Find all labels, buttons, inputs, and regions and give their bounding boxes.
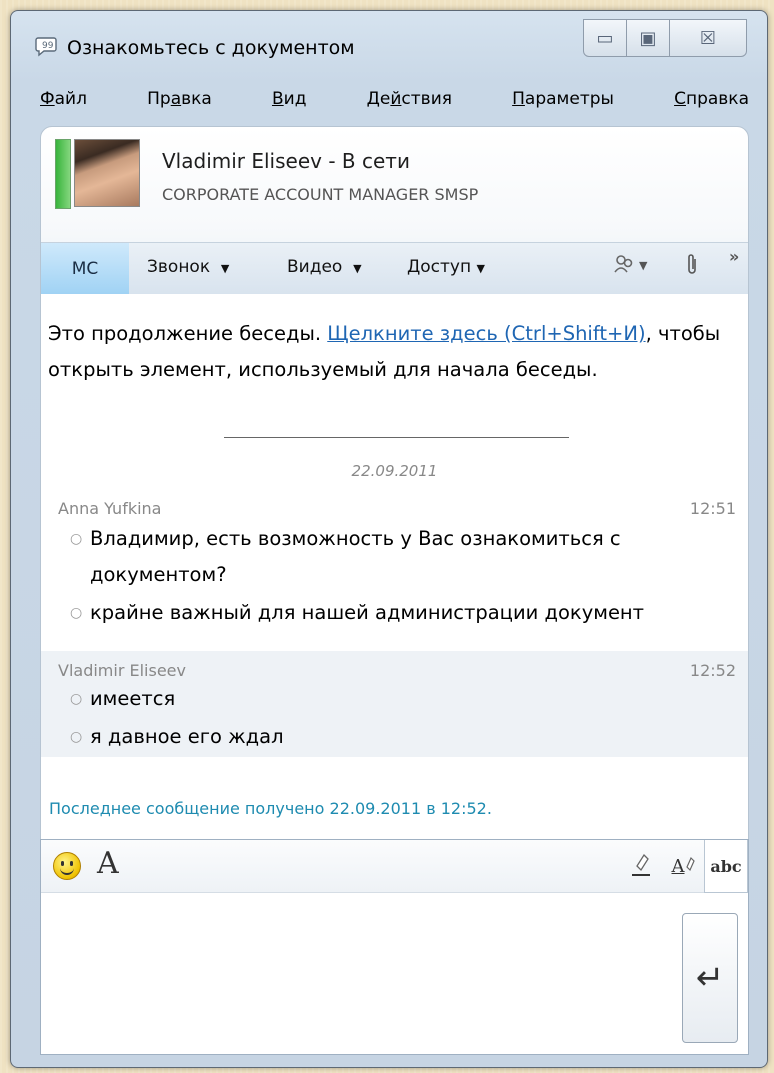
menu-view[interactable]: Вид <box>272 89 306 119</box>
format-tools: A abc <box>620 840 748 893</box>
title-bar[interactable]: 99 Ознакомьтесь с документом ▭ ▣ ☒ <box>11 11 767 79</box>
continuation-notice: Это продолжение беседы. Щелкните здесь (… <box>48 322 721 381</box>
menu-bar: Файл Правка Вид Действия Параметры Справ… <box>40 89 749 119</box>
message-line: ○ имеется <box>70 681 730 718</box>
message-group: Vladimir Eliseev 12:52 ○ имеется ○ я давно… <box>41 651 748 757</box>
close-button[interactable]: ☒ <box>669 19 747 57</box>
restore-icon: ▣ <box>639 27 657 49</box>
chat-window-icon: 99 <box>35 37 57 57</box>
contact-panel: Vladimir Eliseev - В сети CORPORATE ACCO… <box>40 126 749 296</box>
highlight-icon[interactable] <box>620 840 662 892</box>
menu-options[interactable]: Параметры <box>512 89 614 119</box>
message-time: 12:51 <box>689 499 736 518</box>
conversation-history: Это продолжение беседы. Щелкните здесь (… <box>40 294 749 840</box>
video-button[interactable]: Видео ▼ <box>287 257 362 277</box>
contact-job-title: CORPORATE ACCOUNT MANAGER SMSP <box>162 185 479 204</box>
text-color-icon[interactable]: A <box>662 840 704 892</box>
window-title: Ознакомьтесь с документом <box>67 37 355 59</box>
maximize-button[interactable]: ▣ <box>626 19 670 57</box>
bullet-icon: ○ <box>70 691 83 707</box>
chevron-down-icon: ▼ <box>220 262 230 275</box>
bullet-icon: ○ <box>70 729 83 745</box>
send-icon: ↵ <box>695 958 725 998</box>
avatar[interactable] <box>74 139 140 207</box>
message-sender: Vladimir Eliseev <box>58 661 186 680</box>
spellcheck-icon[interactable]: abc <box>704 840 748 893</box>
menu-file[interactable]: Файл <box>40 89 87 119</box>
send-button[interactable]: ↵ <box>682 913 738 1043</box>
menu-help[interactable]: Справка <box>674 89 749 119</box>
compose-area: A A abc ↵ <box>40 839 749 1055</box>
chevron-down-icon[interactable]: ▼ <box>639 259 647 272</box>
message-group: Anna Yufkina 12:51 ○ Владимир, есть возмо… <box>41 499 748 639</box>
chevron-down-icon: ▼ <box>476 262 485 275</box>
call-button[interactable]: Звонок ▼ <box>147 257 229 277</box>
font-icon[interactable]: A <box>97 846 119 881</box>
open-item-link[interactable]: Щелкните здесь (Ctrl+Shift+И) <box>327 322 645 345</box>
tab-im[interactable]: МС <box>41 243 129 295</box>
contact-name-status[interactable]: Vladimir Eliseev - В сети <box>162 149 410 173</box>
bullet-icon: ○ <box>70 531 83 547</box>
people-icon[interactable] <box>613 253 635 280</box>
message-sender: Anna Yufkina <box>58 499 162 518</box>
close-icon: ☒ <box>699 27 717 49</box>
message-line: ○ крайне важный для нашей администрации д… <box>70 595 730 632</box>
more-button[interactable]: » <box>729 247 739 266</box>
menu-edit[interactable]: Правка <box>147 89 212 119</box>
presence-indicator <box>55 139 71 209</box>
window-controls: ▭ ▣ ☒ <box>583 19 747 57</box>
message-line: ○ Владимир, есть возможность у Вас ознако… <box>70 521 730 593</box>
menu-actions[interactable]: Действия <box>367 89 452 119</box>
svg-text:99: 99 <box>42 41 54 51</box>
bullet-icon: ○ <box>70 605 83 621</box>
conversation-toolbar: МС Звонок ▼ Видео ▼ Доступ ▼ ▼ » <box>41 242 748 295</box>
people-icon-graphic <box>614 255 633 273</box>
minimize-button[interactable]: ▭ <box>583 19 627 57</box>
share-button[interactable]: Доступ ▼ <box>407 257 485 277</box>
emoticon-icon[interactable] <box>53 852 81 880</box>
divider <box>224 437 569 438</box>
attach-icon[interactable] <box>685 253 699 282</box>
minimize-icon: ▭ <box>596 27 614 49</box>
paperclip-graphic <box>688 254 696 274</box>
conversation-window: 99 Ознакомьтесь с документом ▭ ▣ ☒ Файл … <box>10 10 768 1068</box>
highlight-graphic <box>632 853 650 876</box>
last-received-status: Последнее сообщение получено 22.09.2011 … <box>49 799 492 818</box>
message-line: ○ я давное его ждал <box>70 719 730 756</box>
pen-graphic <box>685 856 695 872</box>
format-toolbar: A A abc <box>41 840 748 893</box>
chevron-down-icon: ▼ <box>353 262 362 275</box>
conversation-date: 22.09.2011 <box>351 462 438 480</box>
message-input[interactable] <box>41 893 670 1054</box>
message-time: 12:52 <box>689 661 736 680</box>
